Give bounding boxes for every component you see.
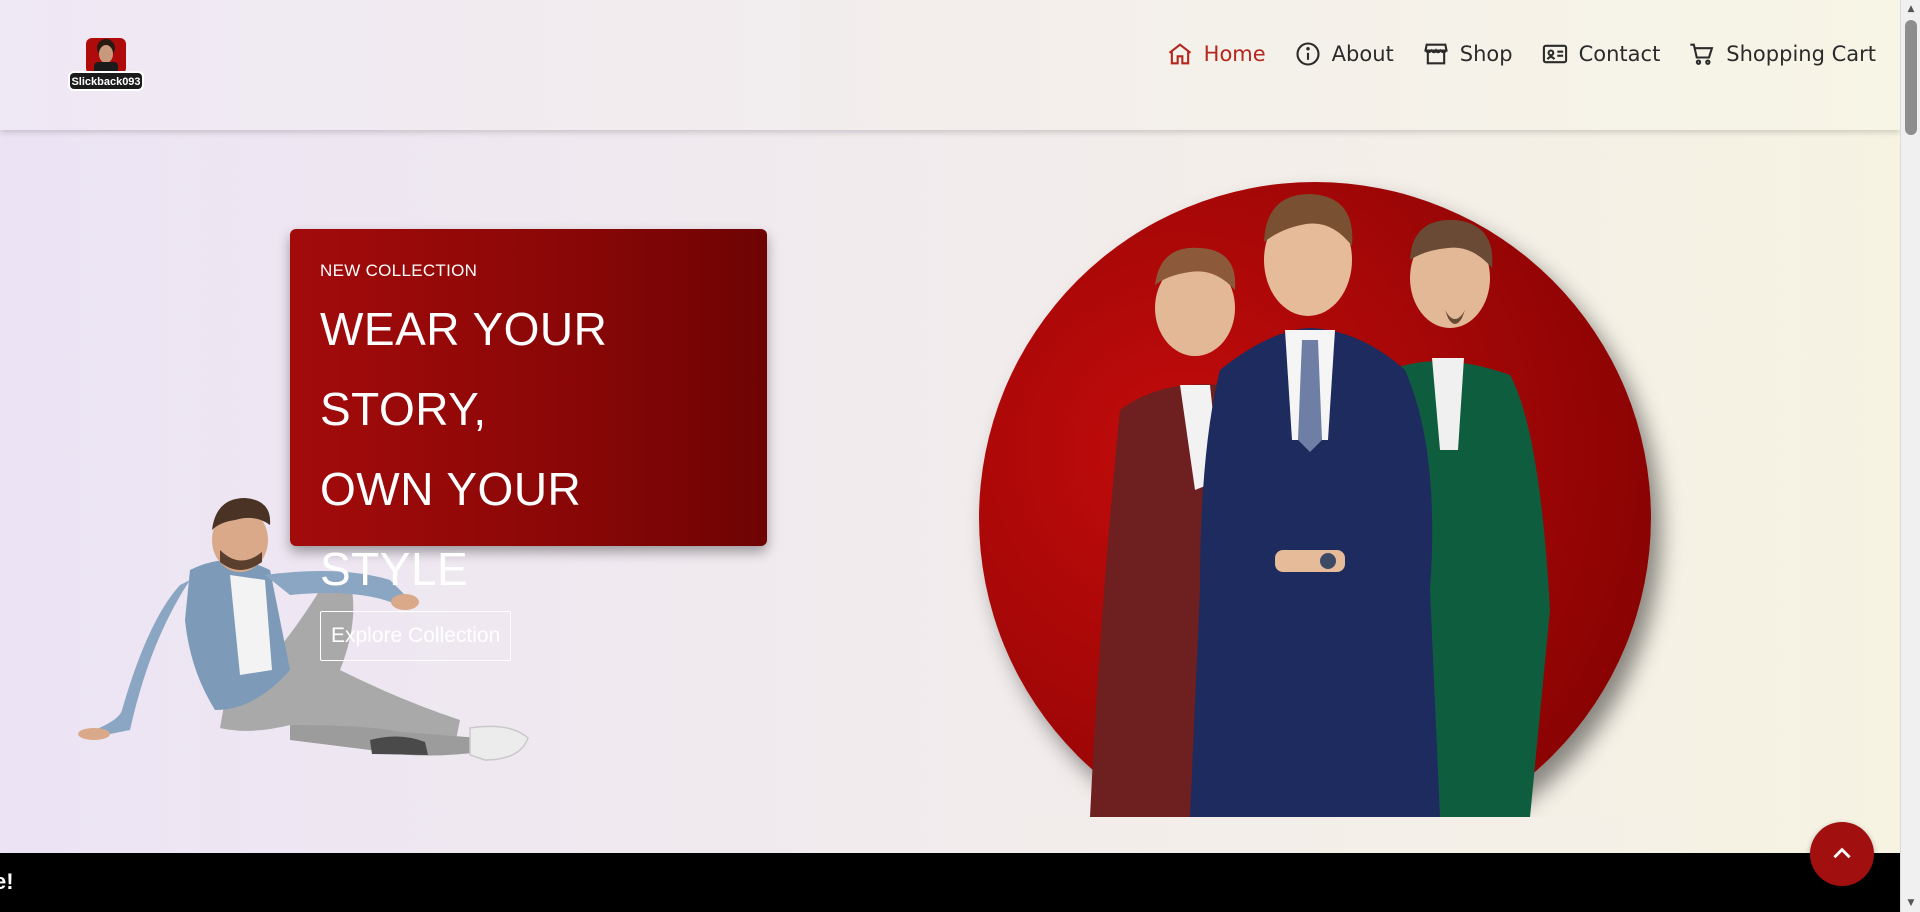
scroll-up-arrow-icon[interactable]: ▲ <box>1901 0 1920 18</box>
hero-title-line1: WEAR YOUR STORY, <box>320 303 608 435</box>
nav-home[interactable]: Home <box>1166 40 1266 68</box>
nav-about-label: About <box>1331 42 1394 66</box>
brand-logo[interactable]: Slickback093 <box>66 32 146 96</box>
hero-title-line2: OWN YOUR STYLE <box>320 463 582 595</box>
ticker-text: e! <box>0 869 14 894</box>
info-icon <box>1296 42 1320 66</box>
store-icon <box>1423 43 1448 65</box>
nav-cart-label: Shopping Cart <box>1726 42 1876 66</box>
explore-collection-button[interactable]: Explore Collection <box>320 611 512 661</box>
nav-contact[interactable]: Contact <box>1541 40 1661 68</box>
avatar-logo-icon: Slickback093 <box>68 38 144 91</box>
contact-card-icon <box>1542 44 1567 64</box>
svg-text:Slickback093: Slickback093 <box>71 76 140 88</box>
page-scrollbar[interactable]: ▲ ▼ <box>1900 0 1920 912</box>
nav-home-label: Home <box>1203 42 1266 66</box>
nav-shop[interactable]: Shop <box>1422 40 1513 68</box>
main-nav: Home About Shop Contact Shopping Cart <box>1166 40 1876 68</box>
chevron-up-icon <box>1833 847 1851 859</box>
scrollbar-thumb[interactable] <box>1905 20 1917 135</box>
scroll-down-arrow-icon[interactable]: ▼ <box>1901 894 1920 912</box>
hero-models-image <box>1090 194 1550 817</box>
hero-kicker: NEW COLLECTION <box>320 261 478 280</box>
announcement-ticker: e! <box>0 853 1900 912</box>
back-to-top-button[interactable] <box>1810 822 1874 886</box>
site-header: Slickback093 Home About Shop Contact Sho… <box>0 0 1900 130</box>
nav-shop-label: Shop <box>1459 42 1513 66</box>
nav-contact-label: Contact <box>1578 42 1661 66</box>
cart-icon <box>1690 43 1714 65</box>
nav-shopping-cart[interactable]: Shopping Cart <box>1688 40 1876 68</box>
home-icon <box>1168 43 1191 65</box>
hero-promo-card: NEW COLLECTION WEAR YOUR STORY, OWN YOUR… <box>290 229 767 661</box>
nav-about[interactable]: About <box>1294 40 1394 68</box>
